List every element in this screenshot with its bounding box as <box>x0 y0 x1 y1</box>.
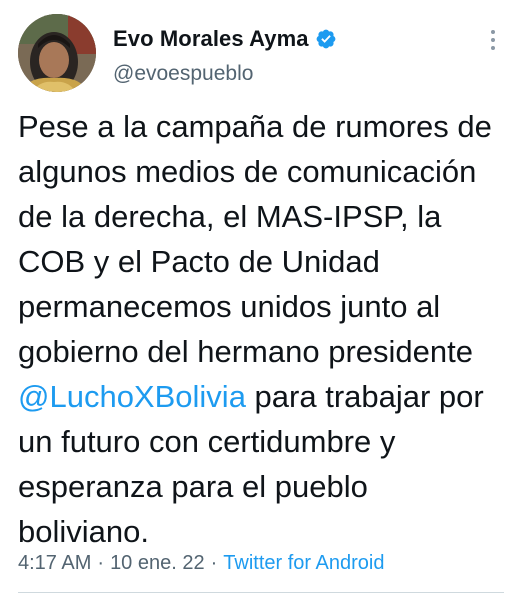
tweet-date[interactable]: 10 ene. 22 <box>110 552 205 574</box>
divider <box>18 592 504 593</box>
verified-badge-icon <box>315 28 337 50</box>
author-handle[interactable]: @evoespueblo <box>113 62 253 86</box>
meta-separator: · <box>97 552 105 574</box>
more-options-icon[interactable] <box>488 28 498 52</box>
tweet-source-link[interactable]: Twitter for Android <box>223 552 384 574</box>
author-avatar[interactable] <box>18 14 96 92</box>
tweet-text-body: Pese a la campaña de rumores de algunos … <box>18 109 492 369</box>
tweet-metadata: 4:17 AM · 10 ene. 22 · Twitter for Android <box>18 552 384 575</box>
tweet-text: Pese a la campaña de rumores de algunos … <box>18 104 503 554</box>
tweet-time[interactable]: 4:17 AM <box>18 552 91 574</box>
avatar-photo-icon <box>18 14 96 92</box>
author-display-name[interactable]: Evo Morales Ayma <box>113 26 309 52</box>
meta-separator-2: · <box>210 552 218 574</box>
tweet-card: Evo Morales Ayma @evoespueblo Pese a la … <box>0 0 520 600</box>
author-name-row[interactable]: Evo Morales Ayma <box>113 25 337 53</box>
mention-link[interactable]: @LuchoXBolivia <box>18 379 246 414</box>
